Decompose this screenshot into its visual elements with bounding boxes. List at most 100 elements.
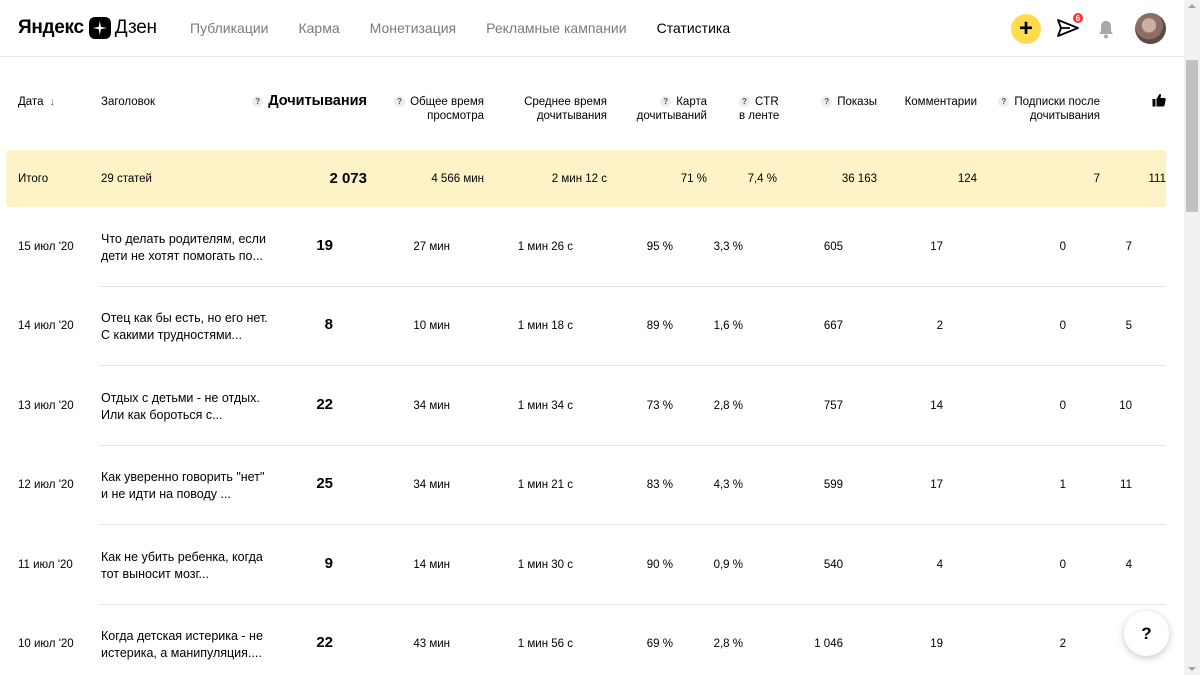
top-header: Яндекс Дзен Публикации Карма Монетизация… — [0, 0, 1184, 57]
col-header-read-map[interactable]: ? Карта дочитываний — [637, 95, 707, 123]
table-row[interactable]: 14 июл '20 Отец как бы есть, но его нет. … — [0, 286, 1166, 366]
col-header-impressions[interactable]: ? Показы — [821, 95, 877, 109]
total-reads: 2 073 — [329, 170, 367, 187]
total-subscriptions: 7 — [1093, 173, 1100, 185]
main-nav: Публикации Карма Монетизация Рекламные к… — [190, 20, 760, 36]
cell-read-map: 90 % — [646, 559, 673, 571]
cell-read-map: 73 % — [646, 400, 673, 412]
total-label: Итого — [18, 173, 49, 185]
cell-avg-time: 1 мин 34 с — [517, 400, 573, 412]
help-icon[interactable]: ? — [998, 96, 1010, 107]
cell-reads: 25 — [316, 475, 333, 492]
cell-total-time: 34 мин — [413, 400, 450, 412]
total-articles-count: 29 статей — [101, 173, 152, 185]
messages-button[interactable]: 6 — [1056, 12, 1084, 41]
cell-avg-time: 1 мин 56 с — [517, 638, 573, 650]
scroll-up-icon[interactable] — [1188, 4, 1196, 8]
nav-publications[interactable]: Публикации — [190, 20, 268, 36]
cell-title[interactable]: Что делать родителям, если дети не хотят… — [101, 231, 271, 265]
scroll-down-icon[interactable] — [1188, 667, 1196, 671]
cell-reads: 22 — [316, 396, 333, 413]
cell-title[interactable]: Отдых с детьми - не отдых. Или как борот… — [101, 390, 271, 424]
nav-monetization[interactable]: Монетизация — [370, 20, 457, 36]
cell-ctr: 2,8 % — [713, 638, 743, 650]
yandex-dzen-logo[interactable]: Яндекс Дзен — [18, 16, 157, 40]
total-avg-time: 2 мин 12 с — [551, 173, 607, 185]
col-header-reads[interactable]: ? Дочитывания — [252, 92, 367, 110]
cell-comments: 17 — [930, 479, 943, 491]
cell-title[interactable]: Как уверенно говорить "нет" и не идти на… — [101, 469, 271, 503]
help-icon[interactable]: ? — [394, 96, 406, 107]
cell-impressions: 757 — [823, 400, 843, 412]
cell-reads: 22 — [316, 634, 333, 651]
help-button[interactable]: ? — [1124, 611, 1169, 656]
col-header-title[interactable]: Заголовок — [101, 95, 155, 109]
cell-total-time: 34 мин — [413, 479, 450, 491]
logo-yandex-text: Яндекс — [18, 17, 84, 38]
cell-subscriptions: 0 — [1059, 241, 1066, 253]
cell-ctr: 4,3 % — [713, 479, 743, 491]
cell-ctr: 1,6 % — [713, 320, 743, 332]
cell-date: 11 июл '20 — [18, 559, 73, 571]
cell-impressions: 540 — [823, 559, 843, 571]
table-row[interactable]: 12 июл '20 Как уверенно говорить "нет" и … — [0, 445, 1166, 525]
bell-icon — [1099, 21, 1113, 39]
scroll-thumb[interactable] — [1186, 60, 1198, 212]
cell-read-map: 95 % — [646, 241, 673, 253]
col-header-likes[interactable] — [1152, 93, 1166, 111]
nav-karma[interactable]: Карма — [298, 20, 339, 36]
user-avatar[interactable] — [1135, 13, 1166, 44]
cell-impressions: 605 — [823, 241, 843, 253]
add-publication-button[interactable]: + — [1011, 14, 1041, 44]
cell-likes: 5 — [1125, 320, 1132, 332]
cell-title[interactable]: Как не убить ребенка, когда тот выносит … — [101, 549, 271, 583]
page-scrollbar[interactable] — [1184, 0, 1200, 675]
cell-comments: 19 — [930, 638, 943, 650]
cell-title[interactable]: Когда детская истерика - не истерика, а … — [101, 628, 271, 662]
nav-statistics[interactable]: Статистика — [657, 20, 731, 36]
cell-date: 15 июл '20 — [18, 241, 74, 253]
col-header-ctr[interactable]: ? CTR в ленте — [739, 95, 779, 123]
cell-comments: 4 — [936, 559, 943, 571]
cell-comments: 2 — [936, 320, 943, 332]
table-row[interactable]: 10 июл '20 Когда детская истерика - не ис… — [0, 604, 1166, 675]
help-icon[interactable]: ? — [821, 96, 833, 107]
notifications-button[interactable] — [1097, 19, 1115, 39]
cell-reads: 9 — [324, 555, 333, 572]
cell-read-map: 89 % — [646, 320, 673, 332]
table-row[interactable]: 15 июл '20 Что делать родителям, если дет… — [0, 207, 1166, 287]
nav-ad-campaigns[interactable]: Рекламные кампании — [486, 20, 626, 36]
col-header-avg-time[interactable]: Среднее время дочитывания — [524, 95, 607, 123]
col-header-total-time[interactable]: ? Общее время просмотра — [394, 95, 484, 123]
cell-subscriptions: 1 — [1059, 479, 1066, 491]
cell-ctr: 3,3 % — [713, 241, 743, 253]
cell-date: 13 июл '20 — [18, 400, 74, 412]
cell-likes: 7 — [1125, 241, 1132, 253]
cell-title[interactable]: Отец как бы есть, но его нет. С какими т… — [101, 310, 271, 344]
help-icon[interactable]: ? — [739, 96, 750, 107]
col-header-date[interactable]: Дата ↓ — [18, 95, 55, 109]
table-row[interactable]: 11 июл '20 Как не убить ребенка, когда то… — [0, 525, 1166, 605]
col-header-subscriptions[interactable]: ? Подписки после дочитывания — [998, 95, 1100, 123]
cell-total-time: 27 мин — [413, 241, 450, 253]
col-header-comments[interactable]: Комментарии — [905, 95, 977, 109]
cell-comments: 14 — [930, 400, 943, 412]
help-icon[interactable]: ? — [252, 96, 264, 107]
cell-impressions: 599 — [823, 479, 843, 491]
cell-likes: 4 — [1125, 559, 1132, 571]
total-likes: 111 — [1148, 173, 1166, 185]
cell-subscriptions: 0 — [1059, 400, 1066, 412]
cell-impressions: 667 — [823, 320, 843, 332]
help-icon[interactable]: ? — [660, 96, 672, 107]
dzen-star-icon — [88, 17, 111, 39]
cell-comments: 17 — [930, 241, 943, 253]
cell-subscriptions: 2 — [1059, 638, 1066, 650]
cell-subscriptions: 0 — [1059, 559, 1066, 571]
cell-subscriptions: 0 — [1059, 320, 1066, 332]
cell-likes: 10 — [1119, 400, 1132, 412]
cell-avg-time: 1 мин 18 с — [517, 320, 573, 332]
thumbs-up-icon — [1152, 93, 1166, 107]
table-row[interactable]: 13 июл '20 Отдых с детьми - не отдых. Или… — [0, 366, 1166, 446]
cell-avg-time: 1 мин 26 с — [517, 241, 573, 253]
cell-likes: 11 — [1120, 479, 1132, 491]
